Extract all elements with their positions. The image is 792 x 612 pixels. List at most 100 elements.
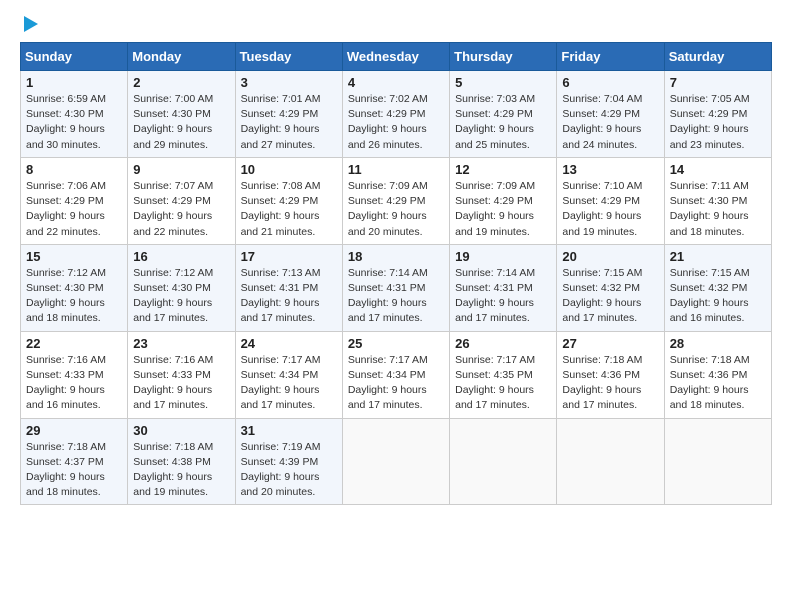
calendar-cell: 3 Sunrise: 7:01 AMSunset: 4:29 PMDaylight… <box>235 71 342 158</box>
day-info: Sunrise: 7:19 AMSunset: 4:39 PMDaylight:… <box>241 440 337 501</box>
day-info: Sunrise: 7:18 AMSunset: 4:38 PMDaylight:… <box>133 440 229 501</box>
day-number: 24 <box>241 336 337 351</box>
calendar-cell <box>450 418 557 505</box>
day-number: 29 <box>26 423 122 438</box>
day-info: Sunrise: 7:10 AMSunset: 4:29 PMDaylight:… <box>562 179 658 240</box>
day-number: 20 <box>562 249 658 264</box>
calendar-cell: 12 Sunrise: 7:09 AMSunset: 4:29 PMDayligh… <box>450 157 557 244</box>
calendar-week-row: 29 Sunrise: 7:18 AMSunset: 4:37 PMDayligh… <box>21 418 772 505</box>
day-number: 31 <box>241 423 337 438</box>
day-info: Sunrise: 7:02 AMSunset: 4:29 PMDaylight:… <box>348 92 444 153</box>
calendar-cell: 17 Sunrise: 7:13 AMSunset: 4:31 PMDayligh… <box>235 244 342 331</box>
day-info: Sunrise: 6:59 AMSunset: 4:30 PMDaylight:… <box>26 92 122 153</box>
calendar-cell: 25Sunrise: 7:17 AMSunset: 4:34 PMDayligh… <box>342 331 449 418</box>
calendar-cell: 26 Sunrise: 7:17 AMSunset: 4:35 PMDayligh… <box>450 331 557 418</box>
day-header-friday: Friday <box>557 43 664 71</box>
calendar-cell: 5 Sunrise: 7:03 AMSunset: 4:29 PMDaylight… <box>450 71 557 158</box>
day-number: 23 <box>133 336 229 351</box>
calendar-cell: 20 Sunrise: 7:15 AMSunset: 4:32 PMDayligh… <box>557 244 664 331</box>
day-info: Sunrise: 7:14 AMSunset: 4:31 PMDaylight:… <box>455 266 551 327</box>
logo <box>20 16 40 34</box>
day-info: Sunrise: 7:07 AMSunset: 4:29 PMDaylight:… <box>133 179 229 240</box>
day-info: Sunrise: 7:04 AMSunset: 4:29 PMDaylight:… <box>562 92 658 153</box>
calendar-cell: 23 Sunrise: 7:16 AMSunset: 4:33 PMDayligh… <box>128 331 235 418</box>
day-info: Sunrise: 7:15 AMSunset: 4:32 PMDaylight:… <box>670 266 766 327</box>
calendar-week-row: 22Sunrise: 7:16 AMSunset: 4:33 PMDayligh… <box>21 331 772 418</box>
day-info: Sunrise: 7:11 AMSunset: 4:30 PMDaylight:… <box>670 179 766 240</box>
day-header-tuesday: Tuesday <box>235 43 342 71</box>
logo-arrow-icon <box>22 16 40 34</box>
day-info: Sunrise: 7:17 AMSunset: 4:34 PMDaylight:… <box>348 353 444 414</box>
day-info: Sunrise: 7:17 AMSunset: 4:34 PMDaylight:… <box>241 353 337 414</box>
day-info: Sunrise: 7:18 AMSunset: 4:36 PMDaylight:… <box>562 353 658 414</box>
day-number: 9 <box>133 162 229 177</box>
day-info: Sunrise: 7:17 AMSunset: 4:35 PMDaylight:… <box>455 353 551 414</box>
calendar-cell: 8 Sunrise: 7:06 AMSunset: 4:29 PMDaylight… <box>21 157 128 244</box>
day-info: Sunrise: 7:09 AMSunset: 4:29 PMDaylight:… <box>348 179 444 240</box>
calendar-cell: 1 Sunrise: 6:59 AMSunset: 4:30 PMDaylight… <box>21 71 128 158</box>
calendar-cell: 13Sunrise: 7:10 AMSunset: 4:29 PMDayligh… <box>557 157 664 244</box>
calendar-cell: 21 Sunrise: 7:15 AMSunset: 4:32 PMDayligh… <box>664 244 771 331</box>
day-number: 14 <box>670 162 766 177</box>
calendar-cell: 10Sunrise: 7:08 AMSunset: 4:29 PMDayligh… <box>235 157 342 244</box>
day-info: Sunrise: 7:18 AMSunset: 4:36 PMDaylight:… <box>670 353 766 414</box>
day-number: 5 <box>455 75 551 90</box>
day-info: Sunrise: 7:18 AMSunset: 4:37 PMDaylight:… <box>26 440 122 501</box>
day-number: 30 <box>133 423 229 438</box>
calendar-week-row: 15 Sunrise: 7:12 AMSunset: 4:30 PMDayligh… <box>21 244 772 331</box>
day-header-saturday: Saturday <box>664 43 771 71</box>
calendar-cell: 6Sunrise: 7:04 AMSunset: 4:29 PMDaylight… <box>557 71 664 158</box>
day-number: 26 <box>455 336 551 351</box>
calendar-cell: 11Sunrise: 7:09 AMSunset: 4:29 PMDayligh… <box>342 157 449 244</box>
day-number: 8 <box>26 162 122 177</box>
day-header-wednesday: Wednesday <box>342 43 449 71</box>
day-info: Sunrise: 7:03 AMSunset: 4:29 PMDaylight:… <box>455 92 551 153</box>
calendar-cell: 28 Sunrise: 7:18 AMSunset: 4:36 PMDayligh… <box>664 331 771 418</box>
calendar-cell: 4 Sunrise: 7:02 AMSunset: 4:29 PMDaylight… <box>342 71 449 158</box>
day-number: 3 <box>241 75 337 90</box>
calendar-cell: 22Sunrise: 7:16 AMSunset: 4:33 PMDayligh… <box>21 331 128 418</box>
day-info: Sunrise: 7:09 AMSunset: 4:29 PMDaylight:… <box>455 179 551 240</box>
day-number: 12 <box>455 162 551 177</box>
calendar-cell: 16 Sunrise: 7:12 AMSunset: 4:30 PMDayligh… <box>128 244 235 331</box>
day-number: 21 <box>670 249 766 264</box>
page-header <box>20 16 772 34</box>
calendar-cell: 7 Sunrise: 7:05 AMSunset: 4:29 PMDaylight… <box>664 71 771 158</box>
calendar-cell: 31 Sunrise: 7:19 AMSunset: 4:39 PMDayligh… <box>235 418 342 505</box>
day-number: 28 <box>670 336 766 351</box>
calendar-week-row: 8 Sunrise: 7:06 AMSunset: 4:29 PMDaylight… <box>21 157 772 244</box>
day-info: Sunrise: 7:06 AMSunset: 4:29 PMDaylight:… <box>26 179 122 240</box>
day-info: Sunrise: 7:16 AMSunset: 4:33 PMDaylight:… <box>26 353 122 414</box>
day-header-sunday: Sunday <box>21 43 128 71</box>
calendar-cell: 2Sunrise: 7:00 AMSunset: 4:30 PMDaylight… <box>128 71 235 158</box>
day-header-thursday: Thursday <box>450 43 557 71</box>
calendar-cell <box>342 418 449 505</box>
calendar-cell: 19Sunrise: 7:14 AMSunset: 4:31 PMDayligh… <box>450 244 557 331</box>
day-info: Sunrise: 7:00 AMSunset: 4:30 PMDaylight:… <box>133 92 229 153</box>
calendar-table: SundayMondayTuesdayWednesdayThursdayFrid… <box>20 42 772 505</box>
day-number: 17 <box>241 249 337 264</box>
day-number: 27 <box>562 336 658 351</box>
day-info: Sunrise: 7:12 AMSunset: 4:30 PMDaylight:… <box>133 266 229 327</box>
day-info: Sunrise: 7:16 AMSunset: 4:33 PMDaylight:… <box>133 353 229 414</box>
day-number: 7 <box>670 75 766 90</box>
day-info: Sunrise: 7:13 AMSunset: 4:31 PMDaylight:… <box>241 266 337 327</box>
day-number: 15 <box>26 249 122 264</box>
day-number: 16 <box>133 249 229 264</box>
calendar-body: 1 Sunrise: 6:59 AMSunset: 4:30 PMDaylight… <box>21 71 772 505</box>
calendar-cell: 30 Sunrise: 7:18 AMSunset: 4:38 PMDayligh… <box>128 418 235 505</box>
calendar-cell <box>557 418 664 505</box>
day-info: Sunrise: 7:01 AMSunset: 4:29 PMDaylight:… <box>241 92 337 153</box>
day-info: Sunrise: 7:15 AMSunset: 4:32 PMDaylight:… <box>562 266 658 327</box>
calendar-cell: 24 Sunrise: 7:17 AMSunset: 4:34 PMDayligh… <box>235 331 342 418</box>
calendar-cell <box>664 418 771 505</box>
day-number: 1 <box>26 75 122 90</box>
day-number: 4 <box>348 75 444 90</box>
day-info: Sunrise: 7:08 AMSunset: 4:29 PMDaylight:… <box>241 179 337 240</box>
day-info: Sunrise: 7:05 AMSunset: 4:29 PMDaylight:… <box>670 92 766 153</box>
calendar-cell: 27 Sunrise: 7:18 AMSunset: 4:36 PMDayligh… <box>557 331 664 418</box>
day-info: Sunrise: 7:14 AMSunset: 4:31 PMDaylight:… <box>348 266 444 327</box>
calendar-cell: 18Sunrise: 7:14 AMSunset: 4:31 PMDayligh… <box>342 244 449 331</box>
day-info: Sunrise: 7:12 AMSunset: 4:30 PMDaylight:… <box>26 266 122 327</box>
calendar-week-row: 1 Sunrise: 6:59 AMSunset: 4:30 PMDaylight… <box>21 71 772 158</box>
